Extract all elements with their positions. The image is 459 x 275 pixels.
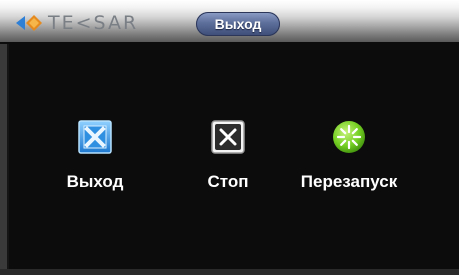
- title-bar: TE<SAR Выход: [0, 0, 459, 44]
- bottom-frame-edge: [0, 269, 459, 275]
- brand-logo-icon: [16, 15, 42, 31]
- dialog-title: Выход: [196, 12, 280, 36]
- exit-button[interactable]: Выход: [47, 120, 143, 192]
- exit-icon: [78, 120, 112, 154]
- left-frame-edge: [0, 44, 9, 275]
- stop-icon: [211, 120, 245, 154]
- restart-button[interactable]: Перезапуск: [282, 120, 416, 192]
- brand-name: TE<SAR: [48, 12, 139, 34]
- exit-dialog: TE<SAR Выход Выход Стоп Перезапуск: [0, 0, 459, 275]
- exit-label: Выход: [66, 172, 124, 191]
- restart-icon: [333, 121, 365, 153]
- stop-button[interactable]: Стоп: [180, 120, 276, 192]
- stop-label: Стоп: [207, 172, 249, 191]
- restart-label: Перезапуск: [300, 172, 398, 191]
